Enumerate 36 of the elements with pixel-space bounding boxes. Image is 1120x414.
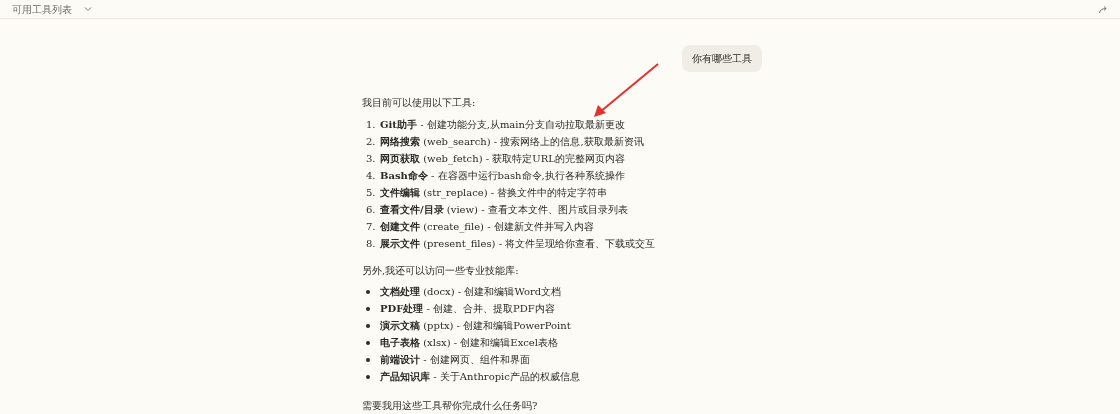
list-number: 1. <box>366 118 377 132</box>
chevron-down-icon[interactable] <box>84 5 92 13</box>
tool-item: Bash命令 - 在容器中运行bash命令,执行各种系统操作 <box>380 169 625 183</box>
bullet-icon <box>366 374 370 379</box>
skill-item: 产品知识库 - 关于Anthropic产品的权威信息 <box>380 370 580 384</box>
skill-item: 前端设计 - 创建网页、组件和界面 <box>380 353 530 367</box>
skills-intro: 另外,我还可以访问一些专业技能库: <box>362 264 520 278</box>
skill-item: PDF处理 - 创建、合并、提取PDF内容 <box>380 302 555 316</box>
tool-item: 查看文件/目录 (view) - 查看文本文件、图片或目录列表 <box>380 203 628 217</box>
chat-title[interactable]: 可用工具列表 <box>12 1 72 17</box>
list-number: 6. <box>366 203 377 217</box>
tool-item: 创建文件 (create_file) - 创建新文件并写入内容 <box>380 220 594 234</box>
list-number: 8. <box>366 237 377 251</box>
skill-item: 电子表格 (xlsx) - 创建和编辑Excel表格 <box>380 336 558 350</box>
share-icon[interactable] <box>1098 4 1108 14</box>
list-number: 7. <box>366 220 377 234</box>
list-number: 3. <box>366 152 377 166</box>
bullet-icon <box>366 357 370 362</box>
tool-item: 网络搜索 (web_search) - 搜索网络上的信息,获取最新资讯 <box>380 135 644 149</box>
bullet-icon <box>366 340 370 345</box>
arrow-annotation <box>592 62 660 118</box>
tool-item: 展示文件 (present_files) - 将文件呈现给你查看、下载或交互 <box>380 237 656 251</box>
skill-item: 演示文稿 (pptx) - 创建和编辑PowerPoint <box>380 319 571 333</box>
skill-item: 文档处理 (docx) - 创建和编辑Word文档 <box>380 285 562 299</box>
bullet-icon <box>366 306 370 311</box>
tool-item: 网页获取 (web_fetch) - 获取特定URL的完整网页内容 <box>380 152 625 166</box>
tool-item: 文件编辑 (str_replace) - 替换文件中的特定字符串 <box>380 186 608 200</box>
list-number: 5. <box>366 186 377 200</box>
list-number: 2. <box>366 135 377 149</box>
user-message: 你有哪些工具 <box>682 45 762 72</box>
closing-question: 需要我用这些工具帮你完成什么任务吗? <box>362 399 539 413</box>
tool-item: Git助手 - 创建功能分支,从main分支自动拉取最新更改 <box>380 118 625 132</box>
bullet-icon <box>366 289 370 294</box>
bullet-icon <box>366 323 370 328</box>
reply-intro: 我目前可以使用以下工具: <box>362 96 477 110</box>
list-number: 4. <box>366 169 377 183</box>
